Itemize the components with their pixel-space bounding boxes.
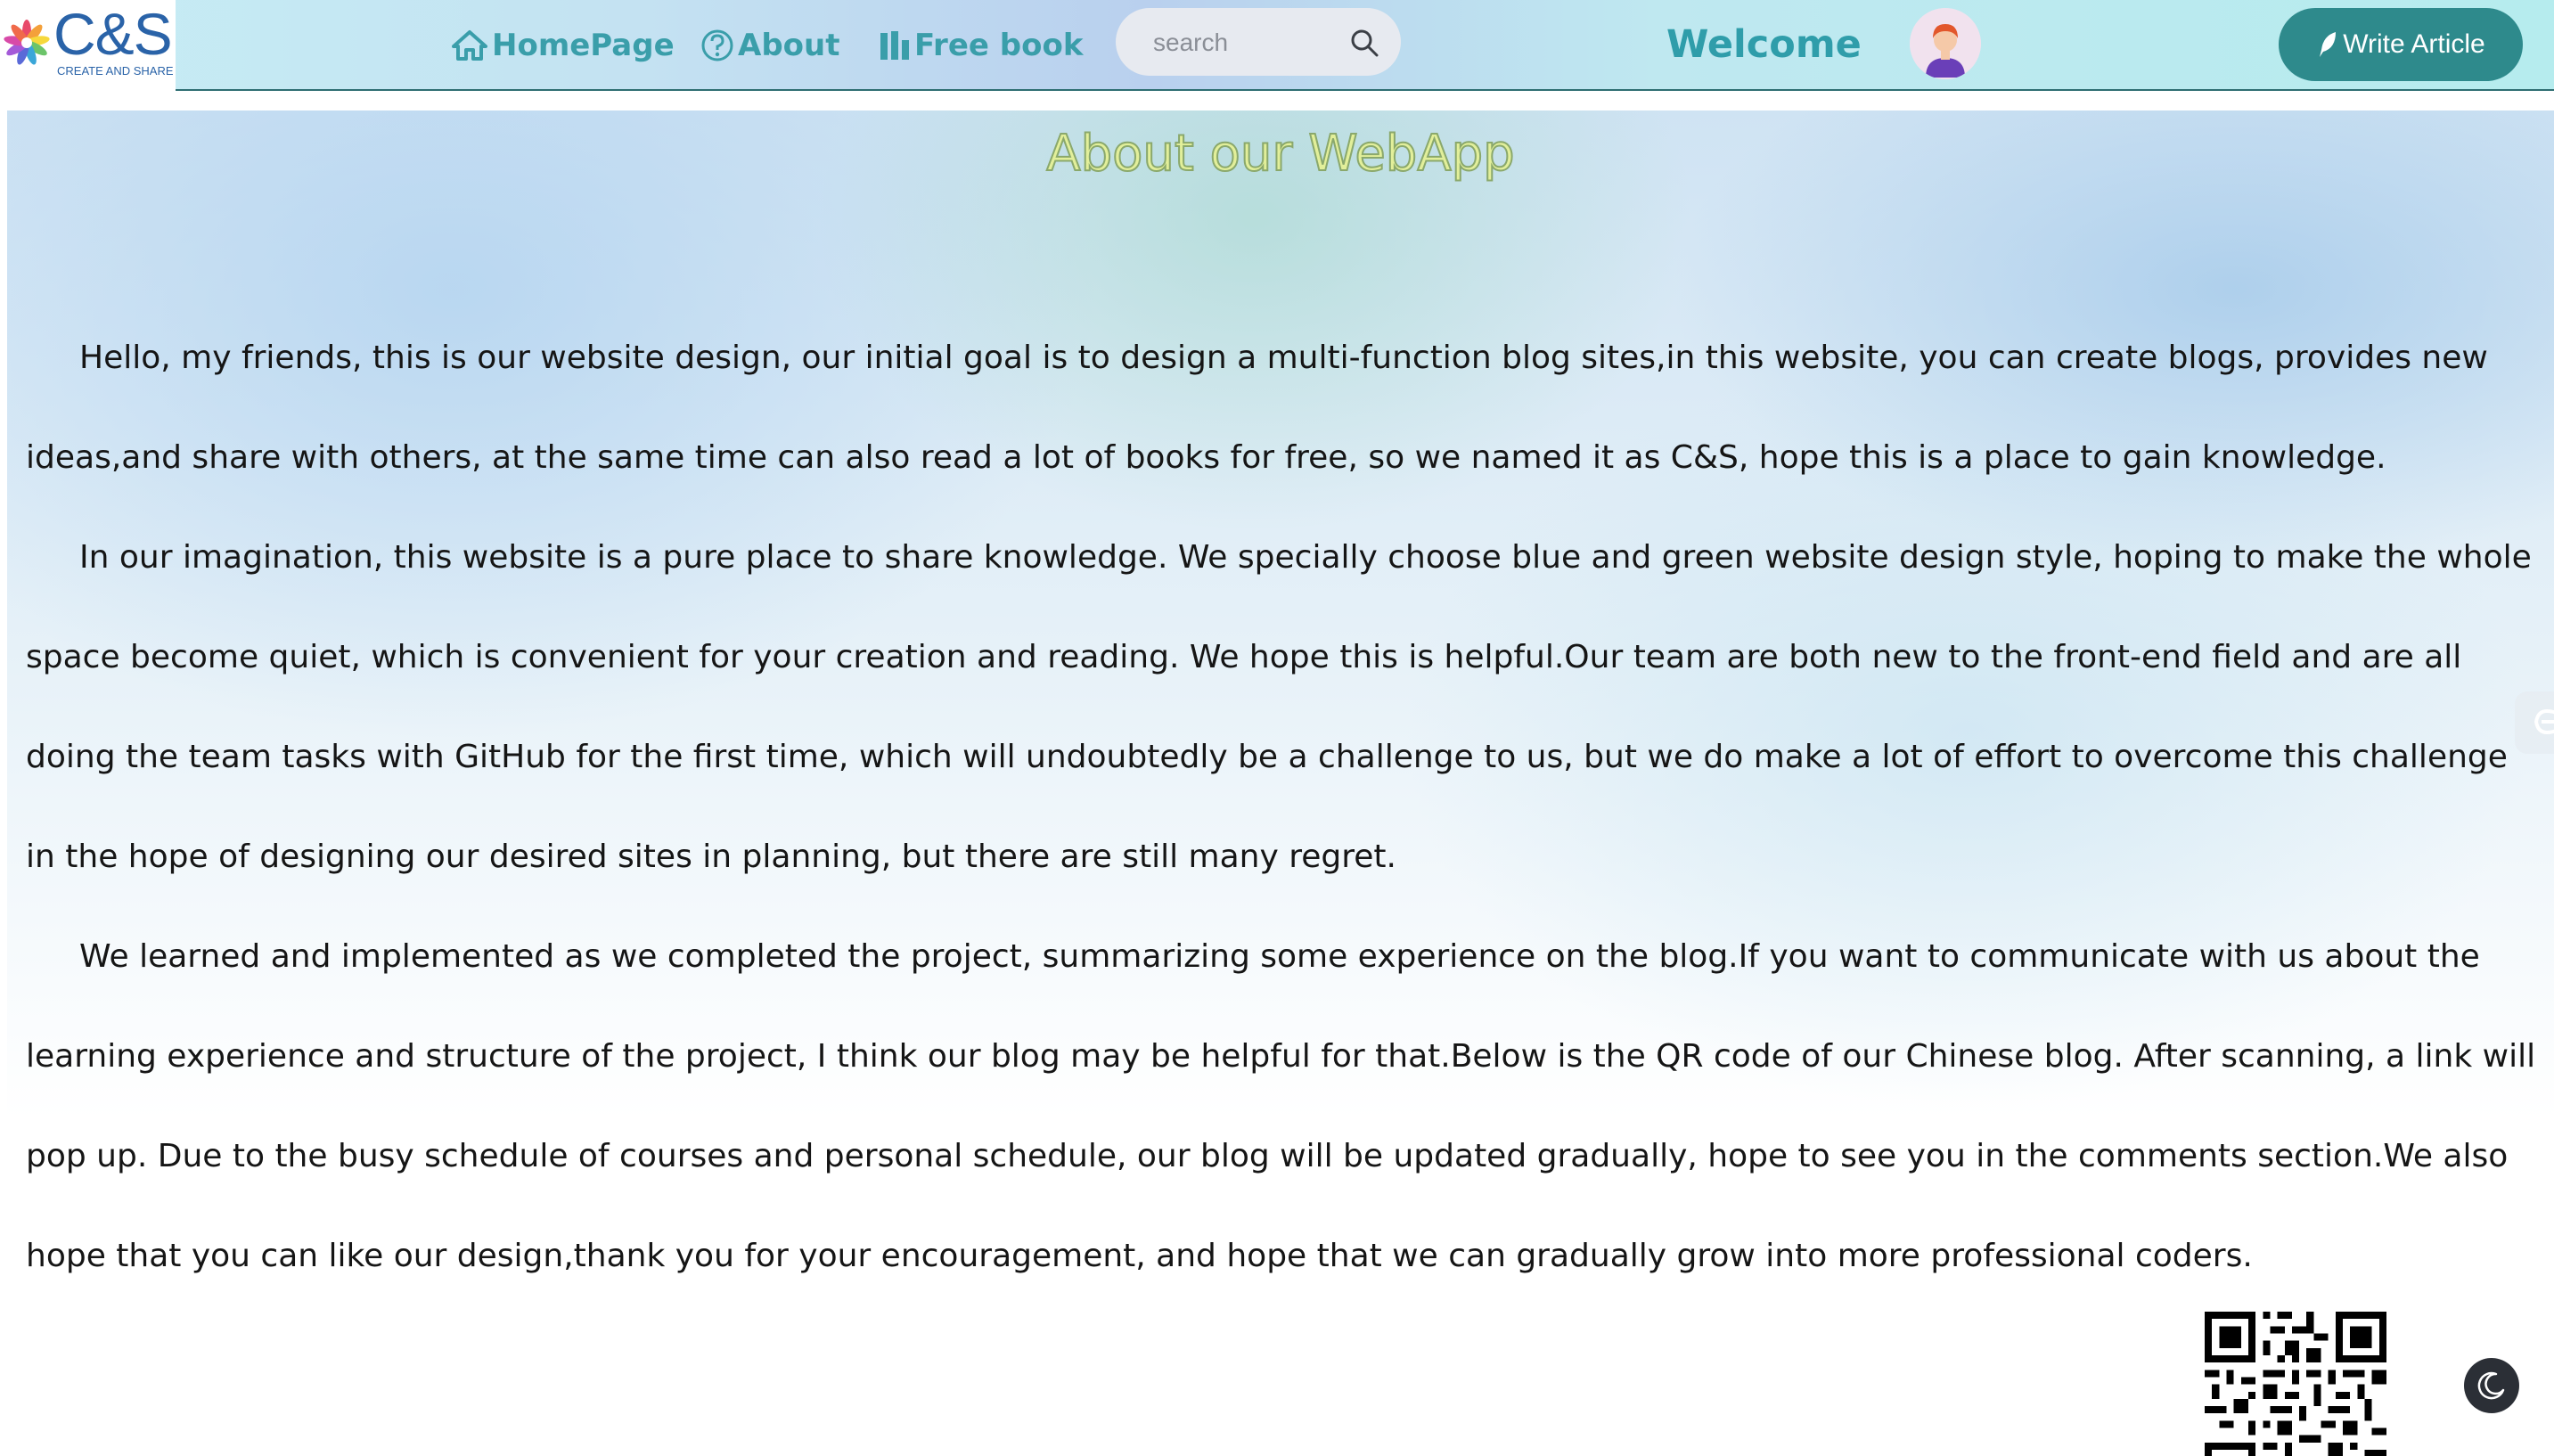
dark-mode-toggle[interactable] bbox=[2464, 1358, 2519, 1413]
search-input[interactable] bbox=[1151, 24, 1351, 61]
question-circle-icon bbox=[701, 29, 733, 61]
flower-logo-icon bbox=[4, 20, 50, 65]
site-logo[interactable]: C&S CREATE AND SHARE bbox=[0, 0, 176, 91]
write-article-label: Write Article bbox=[2343, 29, 2485, 59]
page-title: About our WebApp bbox=[1045, 124, 1515, 184]
feather-pen-icon bbox=[2320, 32, 2337, 57]
nav-homepage[interactable]: HomePage bbox=[451, 23, 675, 68]
write-article-button[interactable]: Write Article bbox=[2279, 8, 2523, 81]
search-box bbox=[1116, 8, 1401, 76]
welcome-text: Welcome bbox=[1666, 22, 1862, 67]
moon-icon bbox=[2477, 1371, 2505, 1400]
search-icon[interactable] bbox=[1349, 28, 1379, 58]
logo-text: C&S bbox=[53, 1, 173, 67]
blog-qr-code bbox=[2205, 1312, 2386, 1456]
qr-code-icon bbox=[2205, 1312, 2386, 1456]
nav-free-book-label: Free book bbox=[914, 28, 1084, 63]
user-avatar-icon bbox=[1910, 8, 1981, 79]
about-paragraph-1: Hello, my friends, this is our website d… bbox=[26, 339, 2488, 476]
nav-about[interactable]: About bbox=[700, 23, 839, 68]
logo-tagline: CREATE AND SHARE bbox=[57, 64, 174, 78]
about-content: About our WebApp Hello, my friends, this… bbox=[7, 110, 2554, 1456]
nav-homepage-label: HomePage bbox=[492, 28, 675, 63]
avatar[interactable] bbox=[1910, 8, 1981, 79]
nav-about-label: About bbox=[738, 28, 840, 63]
menu-widget-icon bbox=[2534, 708, 2554, 735]
nav-free-book[interactable]: Free book bbox=[879, 23, 1083, 68]
bar-chart-icon bbox=[880, 31, 909, 60]
about-paragraph-2: In our imagination, this website is a pu… bbox=[26, 539, 2532, 875]
about-paragraph-3: We learned and implemented as we complet… bbox=[26, 938, 2536, 1274]
top-navbar: C&S CREATE AND SHARE HomePage About Free… bbox=[0, 0, 2554, 91]
side-widget[interactable] bbox=[2515, 691, 2554, 754]
home-icon bbox=[452, 30, 487, 61]
